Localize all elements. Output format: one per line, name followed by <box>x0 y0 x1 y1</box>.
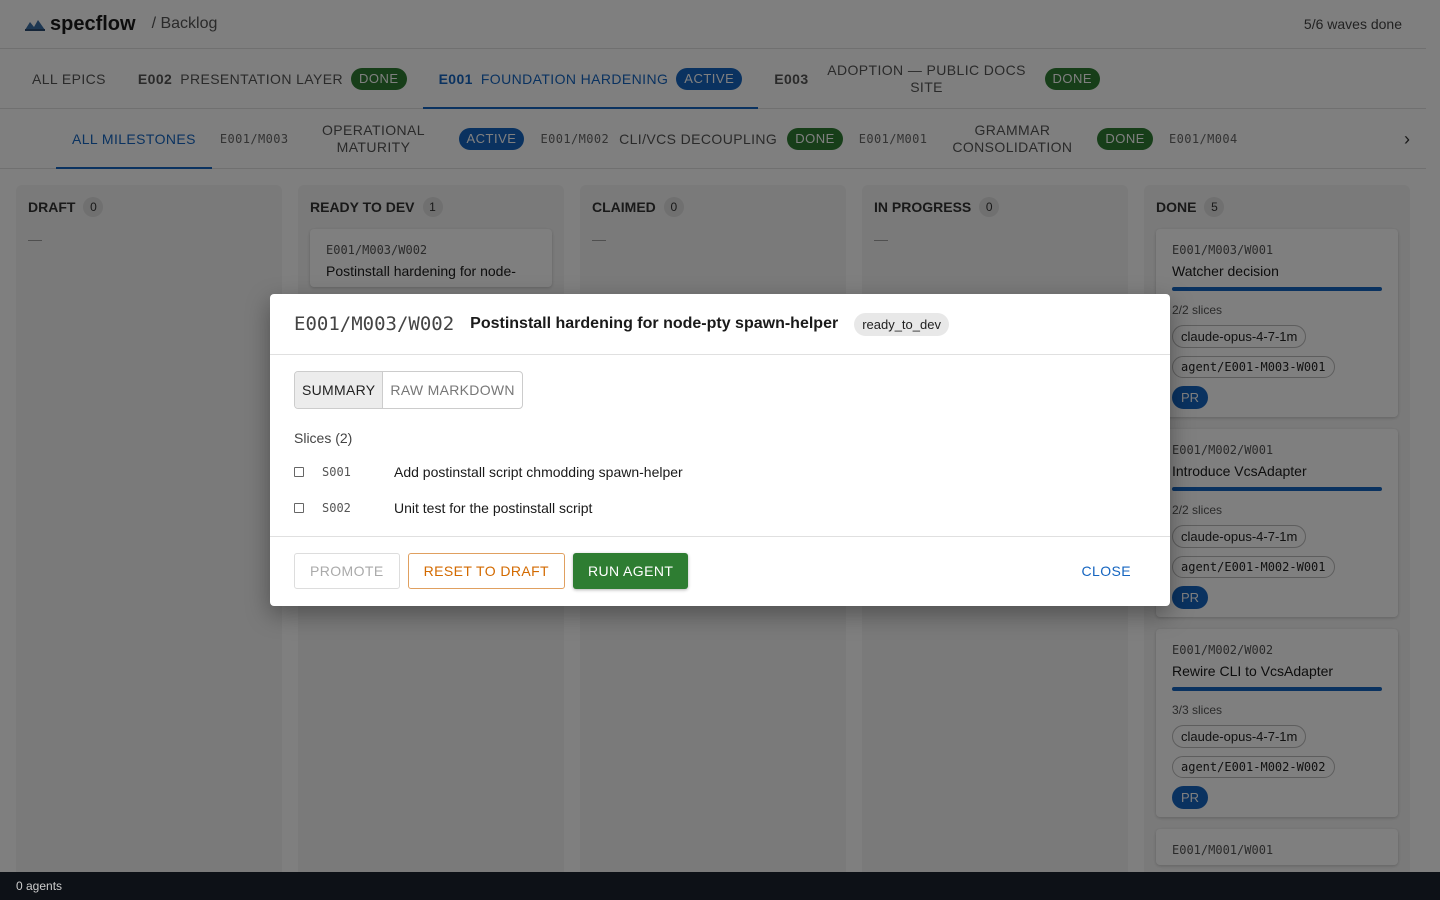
close-button[interactable]: CLOSE <box>1067 553 1146 589</box>
slice-text: Unit test for the postinstall script <box>394 500 593 516</box>
tab-raw-markdown[interactable]: RAW MARKDOWN <box>383 372 521 408</box>
run-agent-button[interactable]: RUN AGENT <box>573 553 689 589</box>
status-badge: ready_to_dev <box>854 312 949 336</box>
slice-code: S001 <box>322 465 351 479</box>
dialog-header: E001/M003/W002 Postinstall hardening for… <box>270 294 1170 355</box>
dialog-body: SUMMARY RAW MARKDOWN Slices (2) S001 Add… <box>270 355 1170 537</box>
promote-button[interactable]: PROMOTE <box>294 553 400 589</box>
slice-code: S002 <box>322 501 351 515</box>
slice-checkbox[interactable] <box>294 467 304 477</box>
agent-count: 0 agents <box>16 879 63 893</box>
tab-summary[interactable]: SUMMARY <box>295 372 384 408</box>
reset-to-draft-button[interactable]: RESET TO DRAFT <box>407 553 565 589</box>
slices-heading: Slices (2) <box>294 430 353 446</box>
dialog-footer: PROMOTE RESET TO DRAFT RUN AGENT CLOSE <box>270 537 1170 605</box>
status-bar: 0 agents <box>0 872 1440 900</box>
wave-detail-dialog: E001/M003/W002 Postinstall hardening for… <box>270 294 1170 606</box>
slice-checkbox[interactable] <box>294 503 304 513</box>
dialog-title: Postinstall hardening for node-pty spawn… <box>470 315 839 332</box>
dialog-wave-id: E001/M003/W002 <box>294 313 455 335</box>
slice-row: S001 Add postinstall script chmodding sp… <box>294 454 1146 490</box>
slice-row: S002 Unit test for the postinstall scrip… <box>294 490 1146 526</box>
slice-text: Add postinstall script chmodding spawn-h… <box>394 464 683 480</box>
view-toggle: SUMMARY RAW MARKDOWN <box>294 371 523 409</box>
